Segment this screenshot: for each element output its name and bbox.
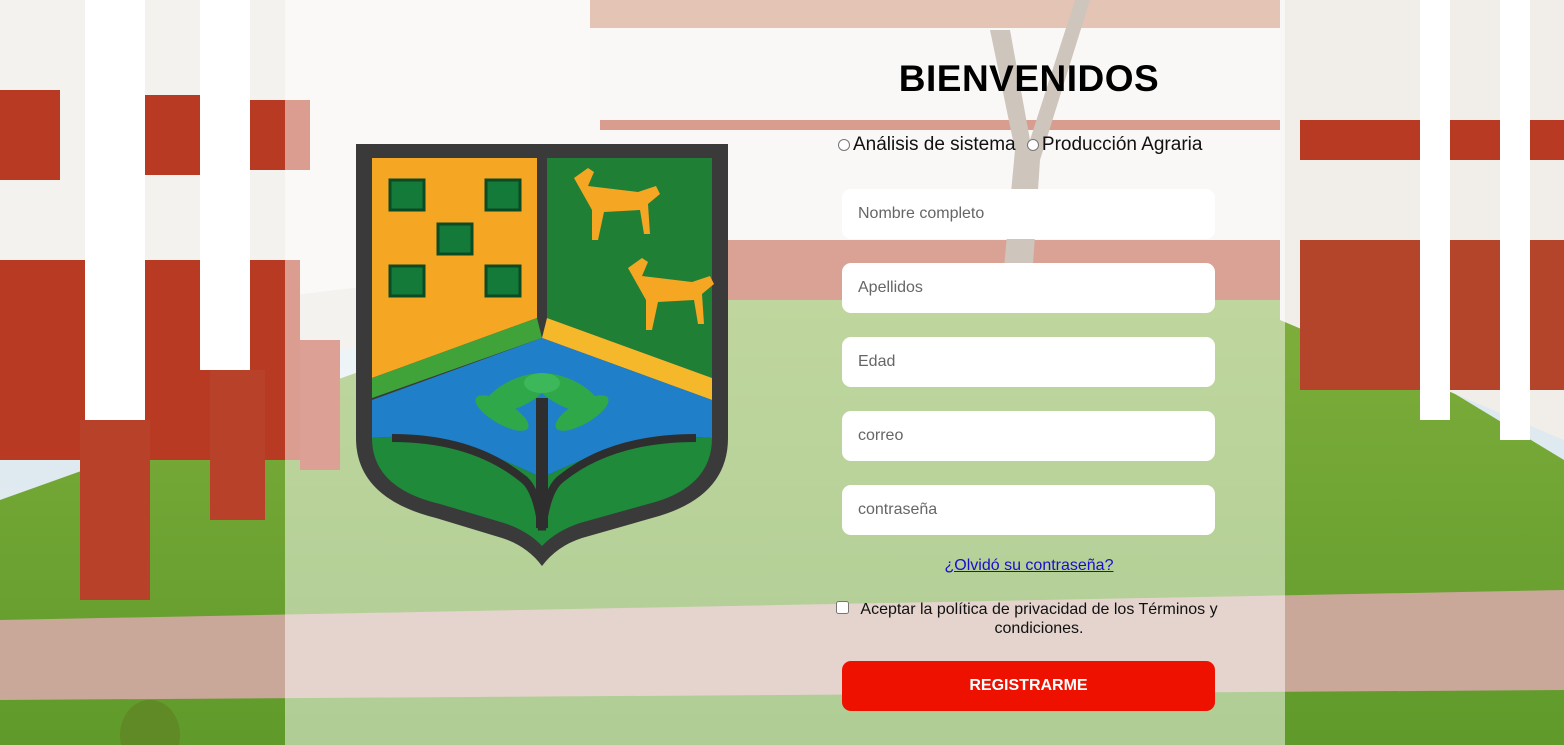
age-input[interactable] [842,337,1215,387]
institution-crest-logo [352,138,736,568]
page-title: BIENVENIDOS [898,58,1160,99]
email-input[interactable] [842,411,1215,461]
career-option-label: Producción Agraria [1041,134,1203,155]
career-option-produccion[interactable]: Producción Agraria [1026,134,1203,156]
radio-analisis-sistema[interactable] [838,139,850,151]
forgot-password-link[interactable]: ¿Olvidó su contraseña? [836,557,1222,575]
register-button[interactable]: REGISTRARME [842,661,1215,711]
registration-page: BIENVENIDOS Análisis de sistema Producci… [0,0,1564,745]
terms-checkbox[interactable] [836,601,849,614]
full-name-input[interactable] [842,189,1215,239]
password-input[interactable] [842,485,1215,535]
career-option-label: Análisis de sistema [853,134,1016,155]
last-name-input[interactable] [842,263,1215,313]
terms-label: Aceptar la política de privacidad de los… [860,601,1218,637]
career-selector: Análisis de sistema Producción Agraria [838,134,1224,157]
radio-produccion-agraria[interactable] [1026,139,1039,151]
career-option-analisis[interactable]: Análisis de sistema [838,134,1016,156]
registration-form: BIENVENIDOS Análisis de sistema Producci… [836,0,1222,745]
